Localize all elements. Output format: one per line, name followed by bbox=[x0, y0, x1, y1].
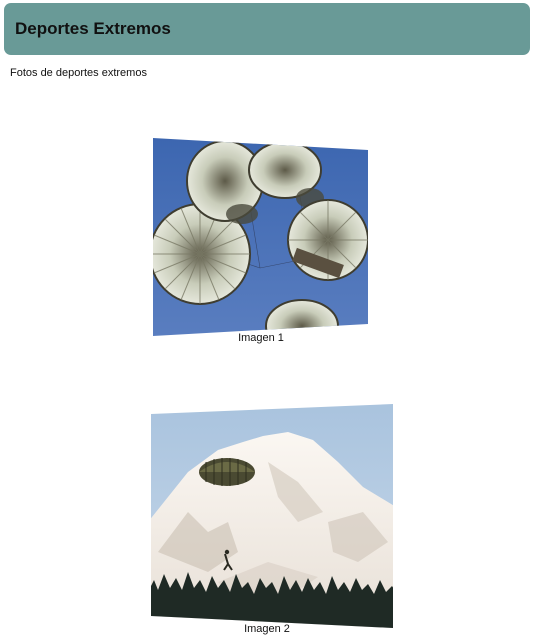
page-subtitle: Fotos de deportes extremos bbox=[10, 67, 147, 79]
mountain-parachute-image bbox=[151, 404, 393, 628]
page-title: Deportes Extremos bbox=[15, 19, 171, 38]
parachutes-image bbox=[153, 138, 368, 336]
gallery-caption-1: Imagen 1 bbox=[238, 332, 284, 344]
gallery-caption-2: Imagen 2 bbox=[244, 623, 290, 635]
gallery-item-1 bbox=[150, 136, 372, 340]
gallery-item-2 bbox=[148, 402, 396, 632]
page-header: Deportes Extremos bbox=[4, 3, 530, 55]
